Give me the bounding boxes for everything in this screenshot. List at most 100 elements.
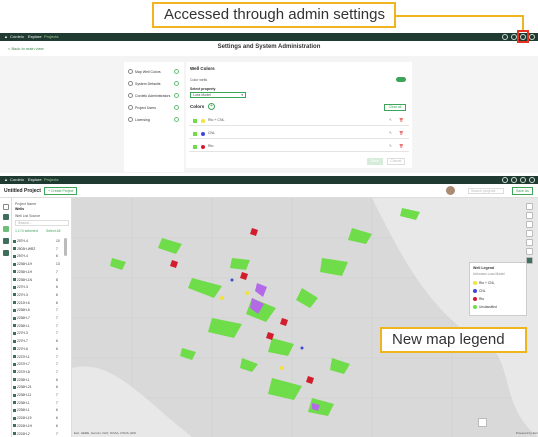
well-name[interactable]: 2236H-1N (17, 278, 32, 282)
well-name[interactable]: 227H-6 (17, 347, 28, 351)
well-name[interactable]: 2215H-2 (17, 432, 30, 436)
clear-all-button[interactable]: Clear all (384, 104, 406, 111)
gear-icon[interactable] (520, 177, 526, 183)
well-name[interactable]: 2212H-6 (17, 301, 30, 305)
cancel-button[interactable]: Cancel (387, 158, 405, 165)
well-name[interactable]: 257H-4 (17, 239, 28, 243)
search-input[interactable]: Search projects (468, 188, 504, 194)
well-checkbox[interactable] (13, 247, 16, 251)
well-search-input[interactable]: Search... (15, 220, 69, 226)
drag-handle-icon[interactable] (193, 119, 197, 123)
well-checkbox[interactable] (13, 347, 16, 351)
well-name[interactable]: 257H-4 (17, 254, 28, 258)
zoom-in-icon[interactable] (526, 203, 533, 210)
edit-icon[interactable]: ✎ (389, 144, 392, 148)
well-name[interactable]: 2236H-7 (17, 316, 30, 320)
color-wells-toggle[interactable] (396, 77, 406, 82)
nav-projects[interactable]: Projects (44, 176, 58, 184)
color-swatch[interactable] (201, 132, 205, 136)
well-checkbox[interactable] (13, 316, 16, 320)
bell-icon[interactable] (502, 34, 508, 40)
well-name[interactable]: 227H-3 (17, 293, 28, 297)
well-checkbox[interactable] (13, 362, 16, 366)
well-checkbox[interactable] (13, 293, 16, 297)
well-name[interactable]: 2236H-1H (17, 262, 32, 266)
well-name[interactable]: 2236H-1 (17, 408, 30, 412)
well-checkbox[interactable] (13, 401, 16, 405)
map-view[interactable]: Esri, HERE, Garmin, FAO, NOAA, USGS, EPA… (72, 198, 538, 437)
user-icon[interactable] (529, 34, 535, 40)
nav-explore[interactable]: Explore (28, 176, 42, 184)
select-all-link[interactable]: Select All (46, 229, 60, 233)
delete-icon[interactable]: 🗑 (399, 118, 403, 122)
help-icon[interactable] (511, 177, 517, 183)
well-name[interactable]: 2236H-1H (17, 270, 32, 274)
settings-nav-project-users[interactable]: Project Users (135, 106, 156, 110)
color-swatch[interactable] (201, 145, 205, 149)
layers-icon[interactable] (3, 226, 9, 232)
well-checkbox[interactable] (13, 416, 16, 420)
well-checkbox[interactable] (13, 301, 16, 305)
settings-nav-administrators[interactable]: Cordelo Administrators (135, 94, 170, 98)
well-checkbox[interactable] (13, 254, 16, 258)
well-name[interactable]: 2236H-1 (17, 324, 30, 328)
well-name[interactable]: 227H-3 (17, 285, 28, 289)
well-checkbox[interactable] (13, 408, 16, 412)
well-checkbox[interactable] (13, 424, 16, 428)
layers-icon[interactable] (526, 230, 533, 237)
well-checkbox[interactable] (13, 324, 16, 328)
grid-icon[interactable] (3, 238, 9, 244)
drag-handle-icon[interactable] (193, 145, 197, 149)
create-project-button[interactable]: + Create Project (44, 187, 78, 195)
well-checkbox[interactable] (13, 285, 16, 289)
well-checkbox[interactable] (13, 385, 16, 389)
legend-icon[interactable] (526, 257, 533, 264)
well-checkbox[interactable] (13, 393, 16, 397)
well-name[interactable]: 2236H-1 (17, 401, 30, 405)
project-title[interactable]: Untitled Project (4, 188, 41, 194)
save-as-button[interactable]: Save As (512, 187, 533, 195)
well-name[interactable]: 2237H-1 (17, 355, 30, 359)
well-checkbox[interactable] (13, 432, 16, 435)
zoom-out-icon[interactable] (526, 212, 533, 219)
user-icon[interactable] (529, 177, 535, 183)
well-checkbox[interactable] (13, 331, 16, 335)
well-name[interactable]: 2236H-21 (17, 385, 31, 389)
basemap-toggle-icon[interactable] (478, 418, 487, 427)
well-name[interactable]: 2503H-WRZ (17, 247, 35, 251)
well-checkbox[interactable] (13, 239, 16, 243)
well-checkbox[interactable] (13, 308, 16, 312)
well-checkbox[interactable] (13, 262, 16, 266)
well-name[interactable]: 2215H-1H (17, 424, 32, 428)
wells-icon[interactable] (3, 214, 9, 220)
save-button[interactable]: Save (367, 158, 383, 165)
settings-nav-licensing[interactable]: Licensing (135, 118, 150, 122)
delete-icon[interactable]: 🗑 (399, 144, 403, 148)
well-checkbox[interactable] (13, 370, 16, 374)
well-name[interactable]: 2236H-1 (17, 378, 30, 382)
well-checkbox[interactable] (13, 278, 16, 281)
add-color-icon[interactable]: + (208, 103, 215, 110)
chart-icon[interactable] (3, 250, 9, 256)
select-icon[interactable] (526, 248, 533, 255)
settings-nav-map-well-colors[interactable]: Map Well Colors (135, 70, 161, 74)
measure-icon[interactable] (526, 239, 533, 246)
well-checkbox[interactable] (13, 378, 16, 382)
nav-projects[interactable]: Projects (44, 33, 58, 41)
well-name[interactable]: 2237H-7 (17, 362, 30, 366)
well-name[interactable]: 2236H-11 (17, 393, 31, 397)
well-checkbox[interactable] (13, 355, 16, 358)
well-name[interactable]: 227H-7 (17, 339, 28, 343)
home-icon[interactable] (526, 221, 533, 228)
well-name[interactable]: 2236H-6 (17, 308, 30, 312)
edit-icon[interactable]: ✎ (389, 131, 392, 135)
settings-nav-system-defaults[interactable]: System Defaults (135, 82, 160, 86)
list-scrollbar[interactable] (64, 238, 67, 256)
drag-handle-icon[interactable] (193, 132, 197, 136)
delete-icon[interactable]: 🗑 (399, 131, 403, 135)
nav-explore[interactable]: Explore (28, 33, 42, 41)
avatar[interactable] (446, 186, 455, 195)
well-name[interactable]: 227H-3 (17, 331, 28, 335)
bell-icon[interactable] (502, 177, 508, 183)
property-select[interactable]: Loss Model ▾ (190, 92, 246, 98)
